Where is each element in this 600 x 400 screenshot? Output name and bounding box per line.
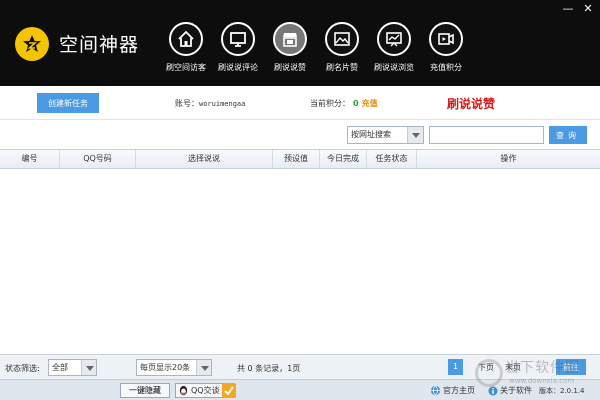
column-header[interactable]: 今日完成	[320, 150, 367, 168]
close-button[interactable]: ✕	[580, 2, 596, 16]
column-header[interactable]: 任务状态	[367, 150, 417, 168]
nav-item-comments[interactable]: 刷说说评论	[212, 22, 264, 73]
nav-label: 刷空间访客	[166, 63, 206, 72]
nav-item-views[interactable]: 刷说说浏览	[368, 22, 420, 73]
nav-label: 刷说说浏览	[374, 63, 414, 72]
pagination-bar: 状态筛选: 全部 每页显示20条 共 0 条记录，1页 1 下页 末页 前往	[0, 354, 600, 379]
status-filter-select[interactable]: 全部	[48, 359, 97, 376]
chart-screen-icon	[377, 22, 411, 56]
chevron-down-icon	[81, 360, 96, 375]
account-label: 账号：	[175, 99, 199, 108]
info-icon	[488, 386, 498, 395]
home-icon	[169, 22, 203, 56]
nav-label: 充值积分	[430, 63, 462, 72]
account-info: 账号：woruimengaa	[175, 98, 245, 109]
video-icon	[429, 22, 463, 56]
chevron-down-icon	[407, 127, 423, 143]
page-current[interactable]: 1	[448, 359, 463, 375]
nav-item-recharge[interactable]: 充值积分	[420, 22, 472, 73]
qq-penguin-icon	[179, 385, 188, 396]
nav-item-likes[interactable]: 刷说说赞	[264, 22, 316, 73]
last-page-link[interactable]: 末页	[505, 362, 521, 373]
nav-label: 刷名片赞	[326, 63, 358, 72]
column-header[interactable]: 编号	[0, 150, 60, 168]
create-task-button[interactable]: 创建新任务	[37, 93, 99, 113]
next-page-link[interactable]: 下页	[478, 362, 494, 373]
status-filter-label: 状态筛选:	[5, 364, 40, 373]
record-summary: 共 0 条记录，1页	[237, 364, 301, 373]
status-filter-value: 全部	[52, 363, 68, 372]
search-bar: 按网址搜索 查询	[0, 121, 600, 149]
chevron-down-icon	[196, 360, 211, 375]
search-input[interactable]	[429, 126, 544, 144]
search-type-select[interactable]: 按网址搜索	[347, 126, 424, 144]
column-header[interactable]: 选择说说	[136, 150, 273, 168]
status-bar: 一键隐藏 QQ交谈 官方主页 关于软件 版本：2.0.1.4	[0, 379, 600, 400]
points-label: 当前积分：	[310, 99, 350, 108]
search-type-value: 按网址搜索	[351, 130, 391, 139]
qq-chat-label: QQ交谈	[191, 386, 220, 395]
main-nav: 刷空间访客 刷说说评论 刷说说赞 刷名片赞 刷说说浏览 充值积分	[160, 22, 472, 73]
image-card-icon	[325, 22, 359, 56]
about-label: 关于软件	[500, 386, 532, 395]
per-page-value: 每页显示20条	[140, 363, 191, 372]
app-logo-icon	[15, 27, 49, 61]
points-info: 当前积分： 0 充值	[310, 98, 378, 109]
hide-all-button[interactable]: 一键隐藏	[120, 383, 170, 398]
points-value: 0	[353, 99, 359, 108]
column-header[interactable]: 操作	[417, 150, 600, 168]
official-home-label: 官方主页	[443, 386, 475, 395]
nav-label: 刷说说赞	[274, 63, 306, 72]
table-header: 编号 QQ号码 选择说说 预设值 今日完成 任务状态 操作	[0, 150, 600, 169]
column-header[interactable]: QQ号码	[60, 150, 136, 168]
globe-icon	[430, 385, 441, 396]
account-value: woruimengaa	[199, 100, 246, 108]
monitor-icon	[221, 22, 255, 56]
official-home-link[interactable]: 官方主页	[430, 385, 475, 396]
go-page-button[interactable]: 前往	[556, 359, 586, 375]
page-title: 刷说说赞	[447, 97, 496, 111]
version-text: 版本：2.0.1.4	[539, 387, 585, 395]
minimize-button[interactable]: —	[560, 2, 576, 16]
check-icon[interactable]	[222, 383, 236, 398]
nav-item-visitors[interactable]: 刷空间访客	[160, 22, 212, 73]
task-table: 编号 QQ号码 选择说说 预设值 今日完成 任务状态 操作	[0, 149, 600, 354]
search-button[interactable]: 查询	[549, 126, 587, 144]
recharge-link[interactable]: 充值	[362, 99, 378, 108]
app-title: 空间神器	[59, 34, 140, 56]
about-link[interactable]: 关于软件	[488, 385, 532, 396]
task-toolbar: 创建新任务 账号：woruimengaa 当前积分： 0 充值 刷说说赞	[0, 86, 600, 120]
per-page-select[interactable]: 每页显示20条	[136, 359, 212, 376]
qq-chat-button[interactable]: QQ交谈	[175, 383, 224, 398]
column-header[interactable]: 预设值	[273, 150, 320, 168]
nav-item-card-likes[interactable]: 刷名片赞	[316, 22, 368, 73]
title-bar: 空间神器 — ✕ 刷空间访客 刷说说评论 刷说说赞 刷名片赞 刷说说浏览 充值积…	[0, 0, 600, 86]
nav-label: 刷说说评论	[218, 63, 258, 72]
store-icon	[273, 22, 307, 56]
